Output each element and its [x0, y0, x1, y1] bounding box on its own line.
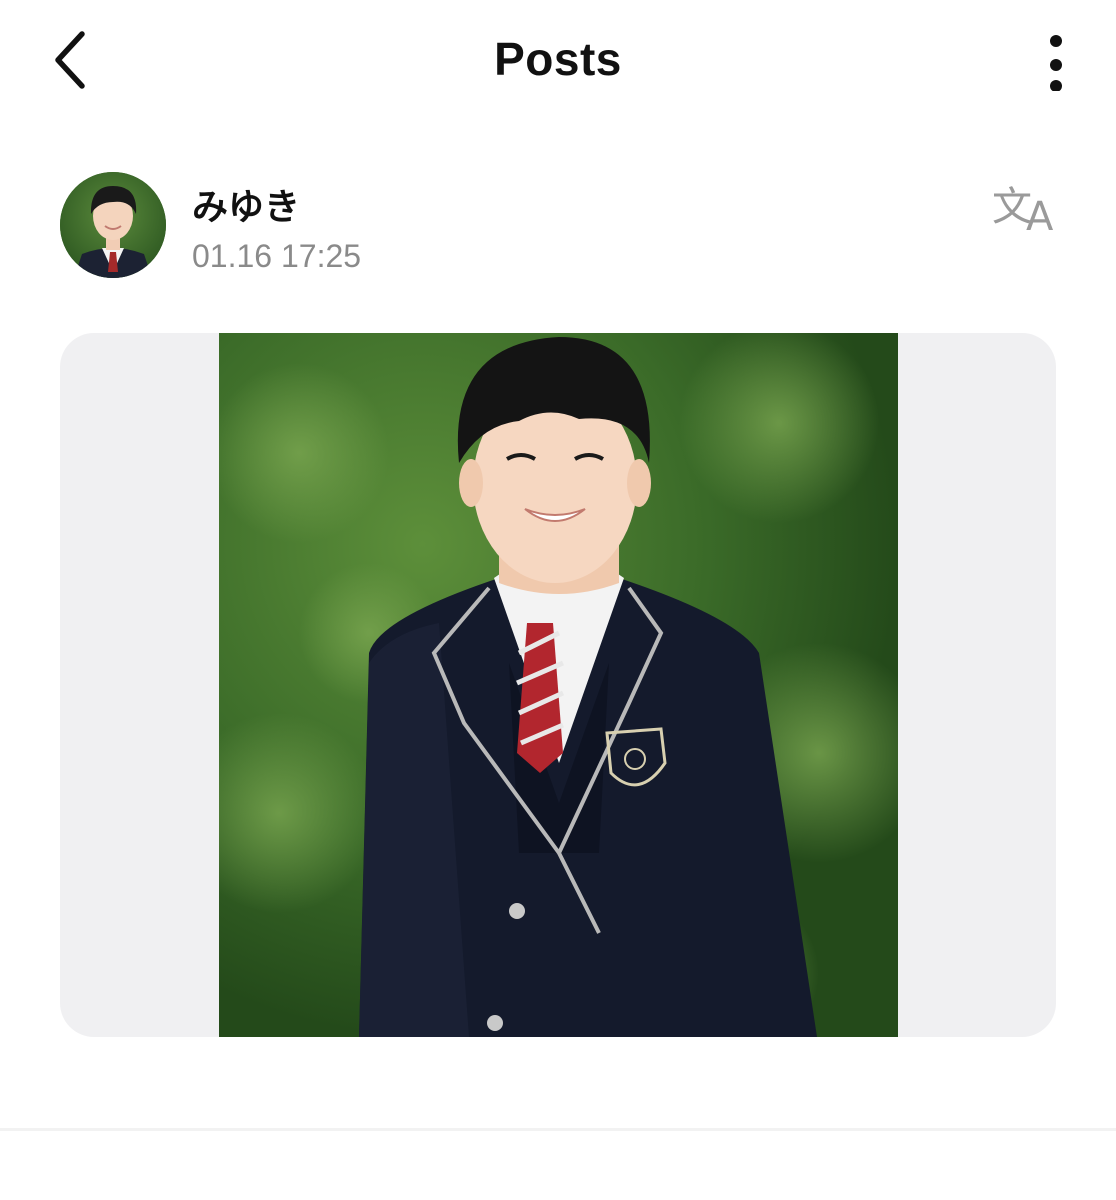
avatar[interactable]: [60, 172, 166, 278]
translate-button[interactable]: 文 A: [992, 178, 1060, 240]
post-timestamp: 01.16 17:25: [192, 238, 362, 274]
divider: [0, 1128, 1116, 1131]
author-name[interactable]: みゆき: [192, 178, 300, 230]
top-navigation-bar: Posts: [0, 0, 1116, 120]
post-media-card: [60, 333, 1056, 1037]
post-author-row: みゆき 01.16 17:25 文 A: [60, 172, 1060, 282]
vertical-ellipsis-icon: [1050, 35, 1062, 91]
avatar-image: [60, 172, 166, 278]
translate-icon: 文 A: [992, 184, 1054, 240]
post-photo[interactable]: [219, 333, 898, 1037]
translate-icon-glyph-latin: A: [1026, 194, 1054, 238]
more-options-button[interactable]: [1036, 26, 1076, 96]
page-title: Posts: [494, 33, 622, 85]
post-detail-screen: Posts みゆき 01.16 17:25 文 A: [0, 0, 1116, 1200]
